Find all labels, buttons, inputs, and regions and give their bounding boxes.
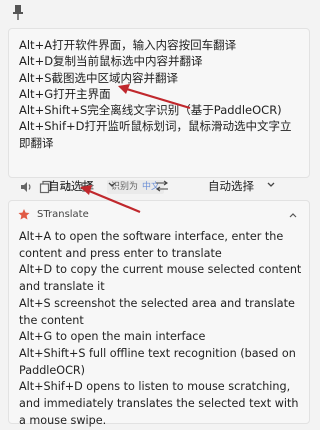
- language-selector-bar: 自动选择 自动选择: [0, 176, 320, 196]
- chevron-down-icon[interactable]: [108, 182, 116, 188]
- title-bar: [0, 0, 320, 26]
- input-panel[interactable]: Alt+A打开软件界面，输入内容按回车翻译 Alt+D复制当前鼠标选中内容并翻译…: [8, 28, 310, 194]
- service-name: STranslate: [37, 209, 89, 220]
- stranslate-logo-icon: [18, 209, 30, 220]
- source-language-select[interactable]: 自动选择: [48, 178, 94, 194]
- pin-icon[interactable]: [10, 4, 26, 22]
- result-panel: STranslate Alt+A to open the software in…: [8, 200, 310, 427]
- service-header[interactable]: STranslate: [17, 207, 301, 223]
- input-textarea[interactable]: Alt+A打开软件界面，输入内容按回车翻译 Alt+D复制当前鼠标选中内容并翻译…: [19, 37, 303, 151]
- chevron-up-icon[interactable]: [289, 212, 297, 218]
- target-language-select[interactable]: 自动选择: [208, 178, 254, 194]
- chevron-down-icon[interactable]: [267, 182, 275, 188]
- translation-output: Alt+A to open the software interface, en…: [19, 230, 302, 427]
- swap-icon[interactable]: [155, 180, 169, 192]
